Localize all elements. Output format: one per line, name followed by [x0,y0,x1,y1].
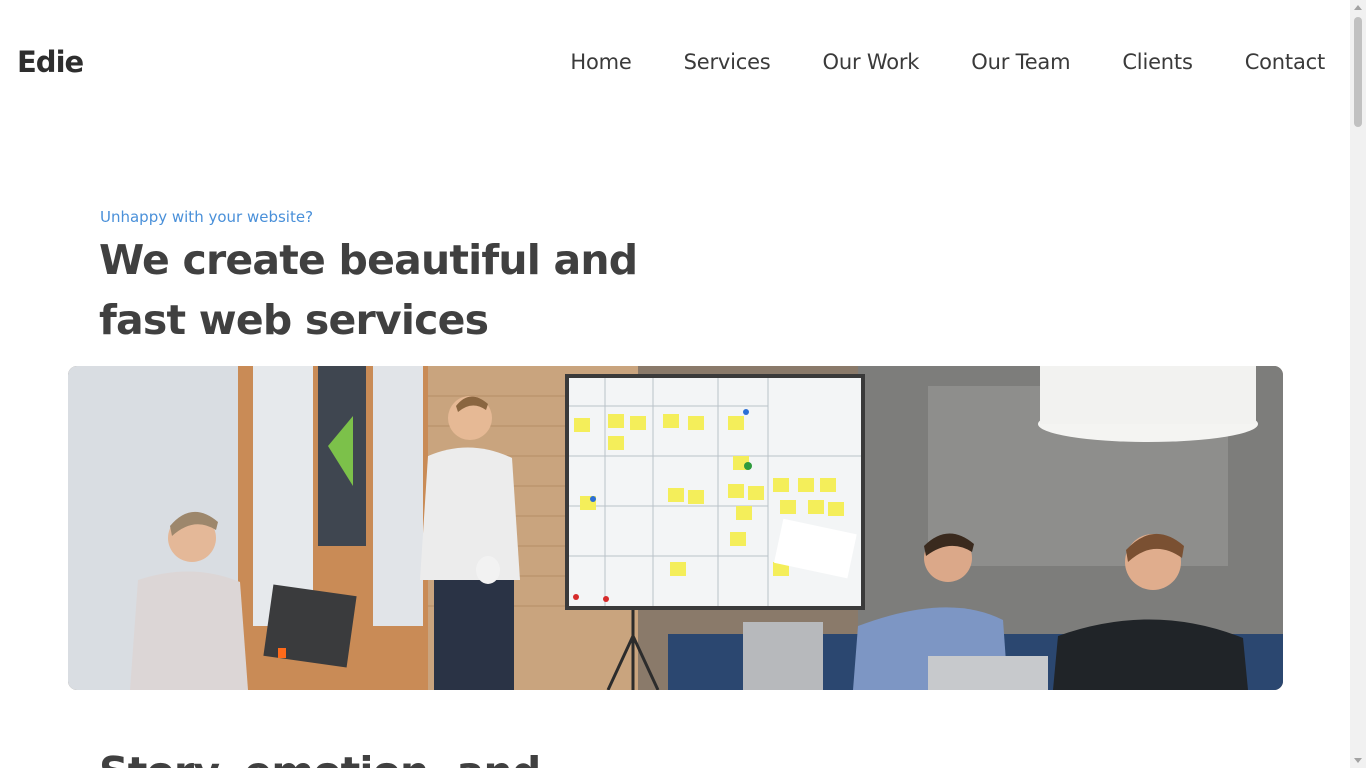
nav-services[interactable]: Services [684,46,771,78]
vertical-scrollbar[interactable] [1350,0,1366,768]
hero-photo-illustration [68,366,1283,690]
hero-image [68,366,1283,690]
scroll-down-arrow-icon[interactable] [1354,758,1362,763]
nav-our-team[interactable]: Our Team [971,46,1070,78]
section-heading: Story, emotion, and [99,742,541,768]
hero-eyebrow: Unhappy with your website? [100,208,314,226]
nav-contact[interactable]: Contact [1245,46,1326,78]
page: Edie Home Services Our Work Our Team Cli… [0,0,1350,768]
scrollbar-thumb[interactable] [1354,17,1362,127]
scroll-up-arrow-icon[interactable] [1354,5,1362,10]
nav-home[interactable]: Home [570,46,631,78]
logo[interactable]: Edie [17,42,84,82]
main-nav: Home Services Our Work Our Team Clients … [518,46,1325,78]
nav-our-work[interactable]: Our Work [823,46,920,78]
nav-clients[interactable]: Clients [1122,46,1193,78]
hero-headline: We create beautiful and fast web service… [99,236,638,344]
